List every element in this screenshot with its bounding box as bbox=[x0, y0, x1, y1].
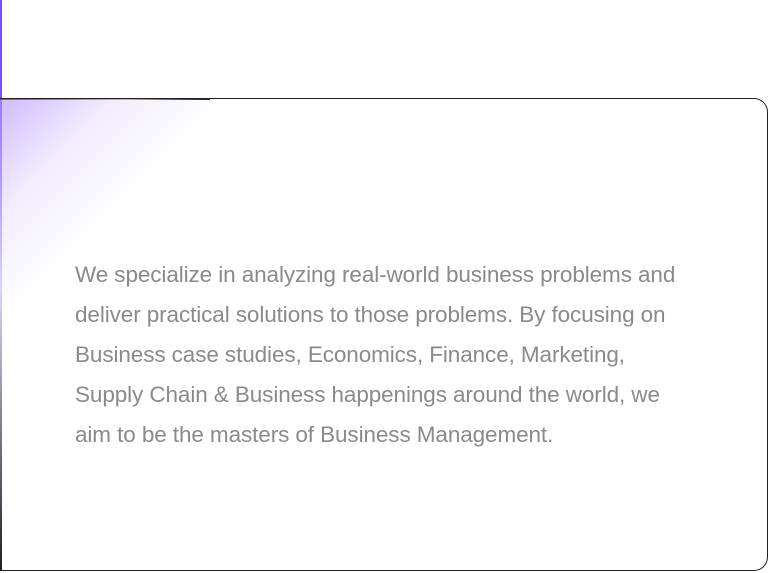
card-top-accent bbox=[0, 99, 210, 100]
about-description: We specialize in analyzing real-world bu… bbox=[75, 262, 676, 447]
about-card: We specialize in analyzing real-world bu… bbox=[0, 98, 768, 571]
card-left-edge bbox=[0, 99, 2, 570]
page: We specialize in analyzing real-world bu… bbox=[0, 0, 770, 573]
accent-line bbox=[0, 0, 2, 100]
